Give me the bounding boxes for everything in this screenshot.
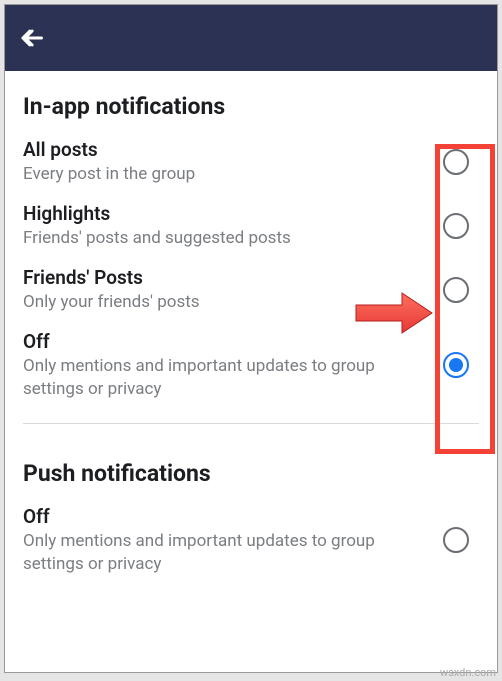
option-subtitle: Only your friends' posts <box>23 291 433 314</box>
back-arrow-icon[interactable] <box>17 24 45 52</box>
section-title-push: Push notifications <box>5 438 497 497</box>
option-off-inapp[interactable]: Off Only mentions and important updates … <box>5 322 497 409</box>
option-highlights[interactable]: Highlights Friends' posts and suggested … <box>5 194 497 258</box>
option-subtitle: Every post in the group <box>23 163 433 186</box>
option-subtitle: Only mentions and important updates to g… <box>23 355 433 401</box>
option-subtitle: Only mentions and important updates to g… <box>23 530 433 576</box>
radio-all-posts[interactable] <box>443 149 469 175</box>
option-all-posts[interactable]: All posts Every post in the group <box>5 130 497 194</box>
option-title: Off <box>23 330 433 353</box>
option-title: Off <box>23 505 433 528</box>
option-friends-posts[interactable]: Friends' Posts Only your friends' posts <box>5 258 497 322</box>
option-title: All posts <box>23 138 433 161</box>
radio-highlights[interactable] <box>443 213 469 239</box>
option-off-push[interactable]: Off Only mentions and important updates … <box>5 497 497 584</box>
watermark: wsxdn.com <box>440 666 496 679</box>
radio-off-inapp[interactable] <box>443 352 469 378</box>
option-subtitle: Friends' posts and suggested posts <box>23 227 433 250</box>
app-header <box>5 5 497 71</box>
radio-friends-posts[interactable] <box>443 277 469 303</box>
section-title-in-app: In-app notifications <box>5 71 497 130</box>
radio-off-push[interactable] <box>443 527 469 553</box>
section-divider <box>23 423 479 424</box>
option-title: Friends' Posts <box>23 266 433 289</box>
option-title: Highlights <box>23 202 433 225</box>
